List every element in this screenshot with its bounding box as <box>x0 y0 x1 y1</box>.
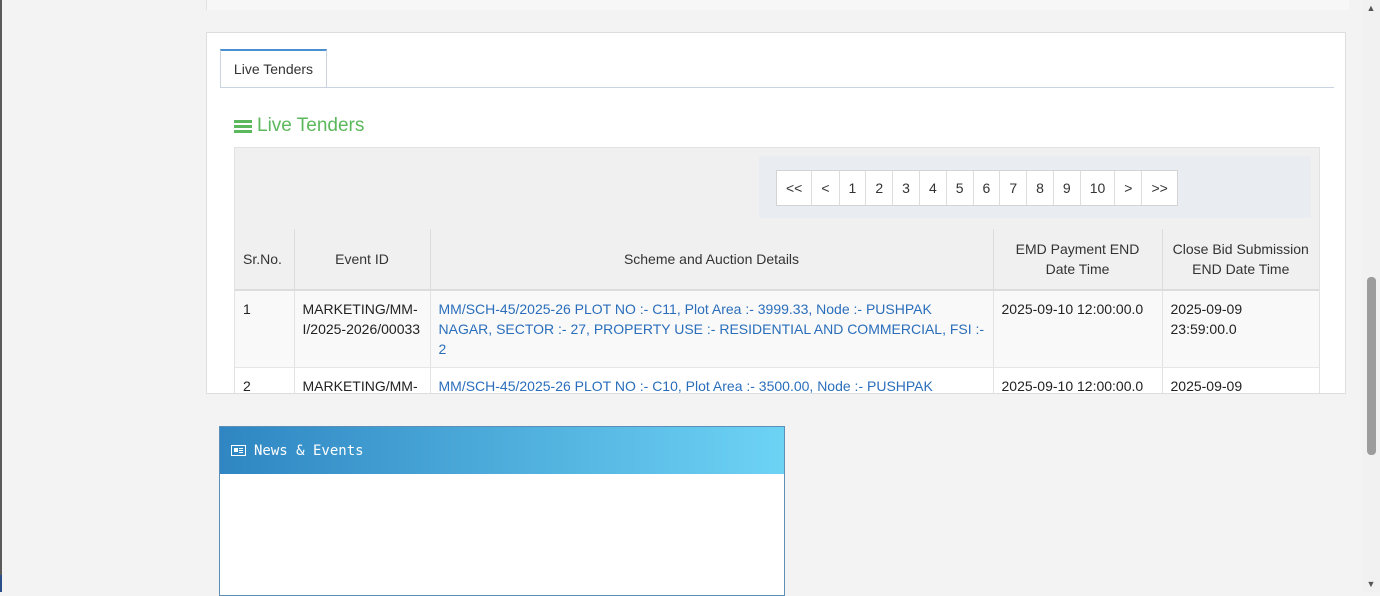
tab-divider <box>220 87 1334 88</box>
list-icon <box>234 119 252 133</box>
table-row: 2 MARKETING/MM- MM/SCH-45/2025-26 PLOT N… <box>235 367 1319 393</box>
column-header-sr-no[interactable]: Sr.No. <box>235 229 295 291</box>
cell-scheme-details: MM/SCH-45/2025-26 PLOT NO :- C11, Plot A… <box>430 290 994 368</box>
scheme-details-link[interactable]: MM/SCH-45/2025-26 PLOT NO :- C10, Plot A… <box>439 378 933 393</box>
pager-page-8[interactable]: 8 <box>1027 171 1054 205</box>
pager-page-6[interactable]: 6 <box>974 171 1001 205</box>
cell-sr-no: 2 <box>235 367 295 393</box>
cell-close-bid-end: 2025-09-09 23:59:00.0 <box>1162 290 1319 368</box>
pager-page-7[interactable]: 7 <box>1000 171 1028 205</box>
scroll-up-arrow-icon[interactable]: ▲ <box>1362 0 1380 16</box>
newspaper-icon <box>231 445 246 456</box>
tab-live-tenders[interactable]: Live Tenders <box>220 49 327 87</box>
table-header-row: Sr.No. Event ID Scheme and Auction Detai… <box>235 229 1319 291</box>
pager-next-button[interactable]: > <box>1115 171 1143 205</box>
tenders-grid: << < 1 2 3 4 5 6 7 8 9 10 > >> Sr.No. Ev… <box>234 147 1320 393</box>
pager-prev-button[interactable]: < <box>812 171 840 205</box>
pager-page-5[interactable]: 5 <box>947 171 974 205</box>
section-title: Live Tenders <box>234 115 364 137</box>
top-panel-remnant <box>206 0 1349 10</box>
cell-scheme-details: MM/SCH-45/2025-26 PLOT NO :- C10, Plot A… <box>430 367 994 393</box>
pager-page-10[interactable]: 10 <box>1081 171 1116 205</box>
pager-first-button[interactable]: << <box>777 171 813 205</box>
pager-page-1[interactable]: 1 <box>840 171 867 205</box>
cell-emd-end: 2025-09-10 12:00:00.0 <box>993 290 1163 368</box>
live-tenders-panel: Live Tenders Live Tenders << < 1 2 3 4 5… <box>206 32 1346 394</box>
news-events-panel: News & Events <box>219 426 785 596</box>
pagination: << < 1 2 3 4 5 6 7 8 9 10 > >> <box>776 170 1178 206</box>
cell-sr-no: 1 <box>235 290 295 368</box>
pager-page-2[interactable]: 2 <box>866 171 894 205</box>
scrollbar-thumb[interactable] <box>1367 277 1376 455</box>
left-edge-accent <box>0 575 2 592</box>
scheme-details-link[interactable]: MM/SCH-45/2025-26 PLOT NO :- C11, Plot A… <box>439 301 985 357</box>
news-events-title: News & Events <box>254 442 364 459</box>
left-edge-border <box>0 0 2 592</box>
section-title-text: Live Tenders <box>257 115 365 136</box>
column-header-close-bid-end[interactable]: Close Bid Submission END Date Time <box>1162 229 1319 291</box>
pager-page-3[interactable]: 3 <box>893 171 920 205</box>
news-events-header: News & Events <box>220 427 784 474</box>
pager-last-button[interactable]: >> <box>1142 171 1176 205</box>
cell-event-id: MARKETING/MM-I/2025-2026/00033 <box>294 290 431 368</box>
column-header-event-id[interactable]: Event ID <box>294 229 431 291</box>
page-scrollbar[interactable]: ▲ ▼ <box>1362 0 1380 592</box>
pager-bar: << < 1 2 3 4 5 6 7 8 9 10 > >> <box>235 148 1319 230</box>
pager-page-9[interactable]: 9 <box>1054 171 1081 205</box>
scroll-down-arrow-icon[interactable]: ▼ <box>1362 576 1380 592</box>
column-header-emd-end[interactable]: EMD Payment END Date Time <box>993 229 1163 291</box>
cell-emd-end: 2025-09-10 12:00:00.0 <box>993 367 1163 393</box>
pager-page-4[interactable]: 4 <box>920 171 947 205</box>
tenders-table: Sr.No. Event ID Scheme and Auction Detai… <box>235 229 1319 393</box>
cell-event-id: MARKETING/MM- <box>294 367 431 393</box>
table-row: 1 MARKETING/MM-I/2025-2026/00033 MM/SCH-… <box>235 290 1319 368</box>
column-header-scheme-details[interactable]: Scheme and Auction Details <box>430 229 994 291</box>
cell-close-bid-end: 2025-09-09 <box>1162 367 1319 393</box>
